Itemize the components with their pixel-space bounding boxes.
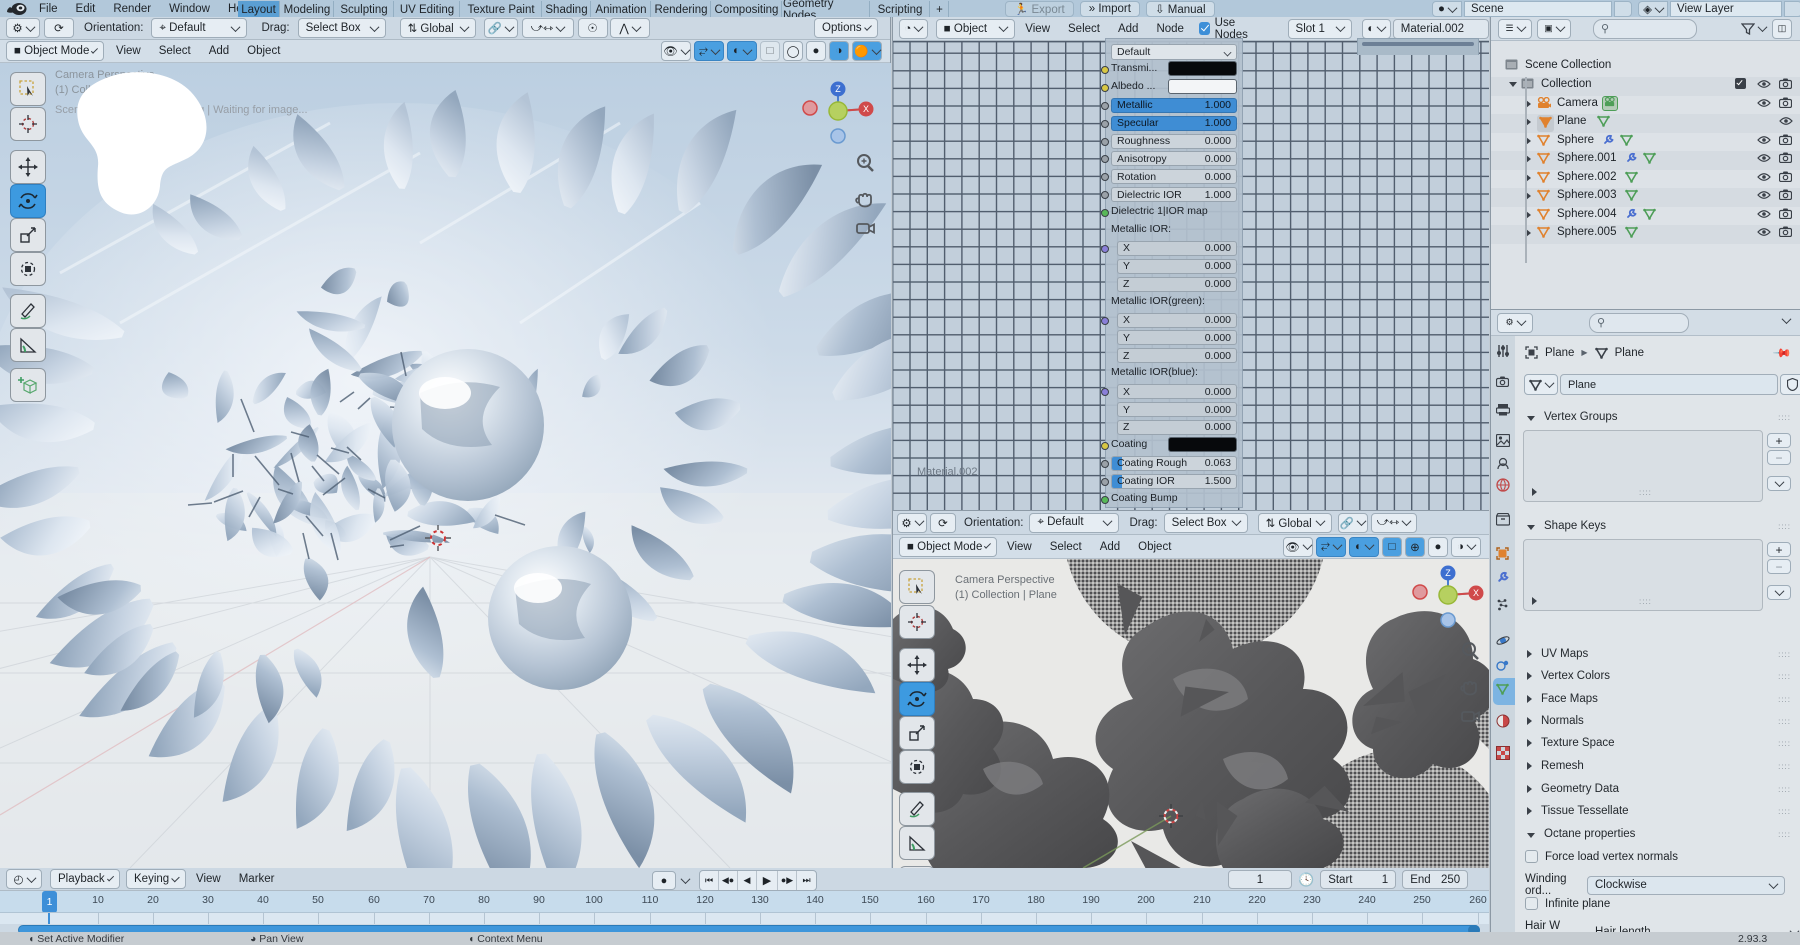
- svg-text:Z: Z: [1445, 568, 1451, 578]
- svg-text:X: X: [1473, 588, 1479, 598]
- svg-text:Z: Z: [835, 84, 841, 94]
- svg-text:X: X: [863, 104, 869, 114]
